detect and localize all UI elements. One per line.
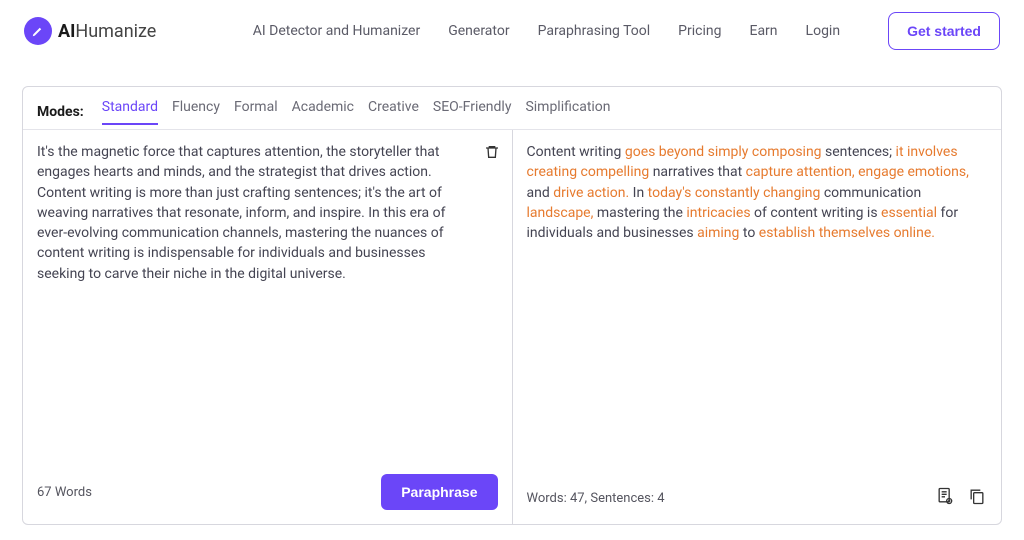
output-highlight-span: essential [881, 205, 937, 221]
brand-logo[interactable]: AIHumanize [24, 17, 156, 45]
mode-tab-fluency[interactable]: Fluency [172, 99, 220, 125]
main-nav: AI Detector and Humanizer Generator Paraph… [253, 23, 840, 39]
mode-tab-standard[interactable]: Standard [102, 99, 158, 125]
input-text-content: It's the magnetic force that captures at… [37, 142, 498, 284]
input-footer: 67 Words Paraphrase [23, 464, 512, 524]
mode-tab-seo-friendly[interactable]: SEO-Friendly [433, 99, 512, 125]
paraphrase-button[interactable]: Paraphrase [381, 474, 497, 510]
input-textarea[interactable]: It's the magnetic force that captures at… [23, 130, 512, 464]
top-bar: AIHumanize AI Detector and Humanizer Gene… [0, 0, 1024, 62]
paraphrase-panel: Modes: Standard Fluency Formal Academic Crea… [22, 86, 1002, 525]
copy-icon[interactable] [967, 486, 987, 510]
output-text-span: mastering the [593, 205, 686, 221]
output-footer: Words: 47, Sentences: 4 [513, 476, 1002, 524]
output-stats: Words: 47, Sentences: 4 [527, 491, 665, 506]
nav-item-ai-detector-and-humanizer[interactable]: AI Detector and Humanizer [253, 23, 420, 39]
pencil-icon [24, 17, 52, 45]
export-doc-icon[interactable] [935, 486, 955, 510]
nav-item-pricing[interactable]: Pricing [678, 23, 721, 39]
editor-columns: It's the magnetic force that captures at… [23, 130, 1001, 524]
output-highlight-span: today's constantly changing [648, 185, 821, 201]
output-highlight-span: intricacies [686, 205, 750, 221]
output-highlight-span: establish themselves online. [759, 225, 935, 241]
output-actions [935, 486, 987, 510]
output-text-span: and [527, 185, 554, 201]
output-highlight-span: landscape, [527, 205, 594, 221]
mode-tab-academic[interactable]: Academic [292, 99, 354, 125]
output-highlight-span: aiming [697, 225, 739, 241]
output-text-span: of content writing is [751, 205, 881, 221]
output-text: Content writing goes beyond simply compo… [513, 130, 1002, 476]
output-highlight-span: goes beyond simply composing [625, 144, 822, 160]
nav-item-paraphrasing-tool[interactable]: Paraphrasing Tool [538, 23, 651, 39]
mode-tab-formal[interactable]: Formal [234, 99, 278, 125]
output-text-span: In [629, 185, 647, 201]
output-text-span: communication [820, 185, 921, 201]
output-text-span: narratives that [649, 164, 745, 180]
input-word-count: 67 Words [37, 485, 92, 500]
modes-label: Modes: [37, 104, 84, 120]
trash-icon[interactable] [482, 142, 502, 162]
modes-row: Modes: Standard Fluency Formal Academic Crea… [23, 87, 1001, 130]
nav-item-earn[interactable]: Earn [749, 23, 777, 39]
nav-item-login[interactable]: Login [806, 23, 841, 39]
output-text-span: Content writing [527, 144, 625, 160]
mode-tab-creative[interactable]: Creative [368, 99, 419, 125]
mode-tab-simplification[interactable]: Simplification [525, 99, 610, 125]
output-text-span: sentences; [822, 144, 896, 160]
output-highlight-span: drive action. [553, 185, 629, 201]
input-column: It's the magnetic force that captures at… [23, 130, 512, 524]
nav-item-generator[interactable]: Generator [448, 23, 509, 39]
output-text-span: to [739, 225, 758, 241]
output-highlight-span: capture attention, engage emotions, [746, 164, 969, 180]
output-column: Content writing goes beyond simply compo… [512, 130, 1002, 524]
get-started-button[interactable]: Get started [888, 12, 1000, 50]
